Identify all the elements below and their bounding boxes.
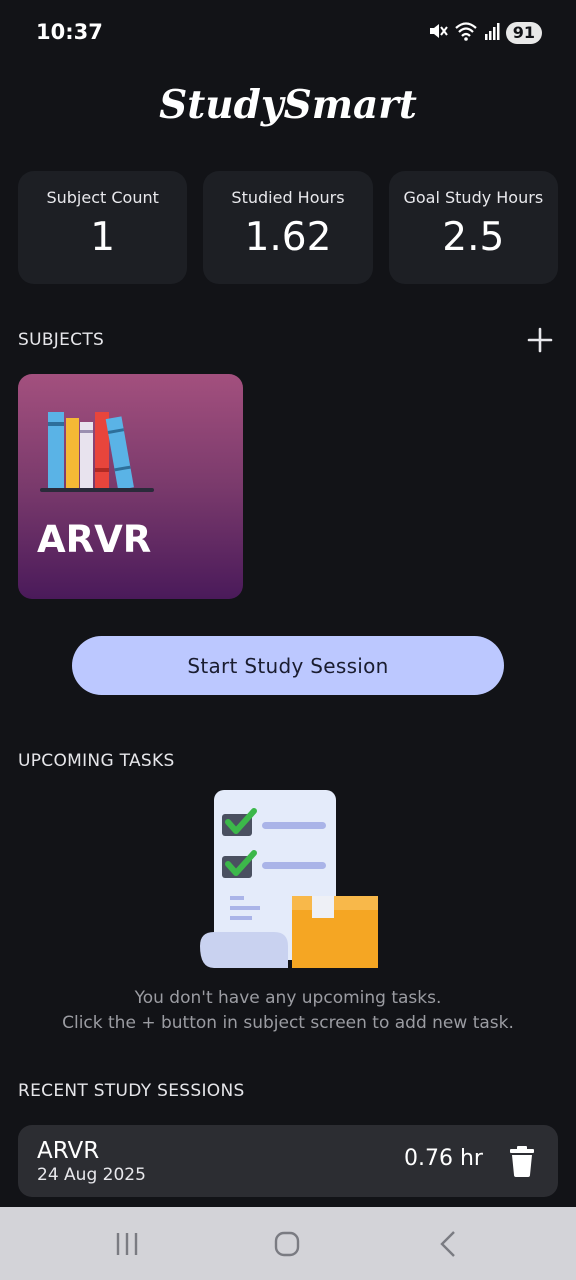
session-row[interactable]: ARVR 24 Aug 2025 0.76 hr bbox=[18, 1125, 558, 1197]
app-title: StudySmart bbox=[159, 82, 417, 128]
back-icon bbox=[440, 1231, 455, 1257]
tasks-illustration-icon bbox=[196, 786, 382, 976]
books-icon bbox=[40, 408, 158, 500]
stats-row: Subject Count 1 Studied Hours 1.62 Goal … bbox=[18, 171, 558, 284]
subject-name: ARVR bbox=[37, 518, 152, 561]
session-date: 24 Aug 2025 bbox=[37, 1165, 146, 1185]
status-bar: 10:37 91 bbox=[0, 0, 576, 66]
session-duration: 0.76 hr bbox=[404, 1146, 483, 1171]
add-subject-button[interactable] bbox=[524, 324, 556, 356]
delete-session-button[interactable] bbox=[509, 1145, 535, 1177]
stat-card-subject-count: Subject Count 1 bbox=[18, 171, 188, 284]
empty-tasks-line-1: You don't have any upcoming tasks. bbox=[134, 988, 442, 1008]
start-study-session-button[interactable]: Start Study Session bbox=[72, 636, 504, 695]
stat-value: 2.5 bbox=[442, 215, 505, 260]
recents-button[interactable] bbox=[109, 1227, 145, 1261]
mute-icon bbox=[428, 21, 448, 45]
signal-icon bbox=[484, 22, 500, 44]
subjects-header: SUBJECTS bbox=[18, 330, 105, 350]
home-icon bbox=[274, 1231, 300, 1257]
back-button[interactable] bbox=[431, 1227, 467, 1261]
status-icons: 91 bbox=[428, 20, 542, 46]
stat-card-goal-hours: Goal Study Hours 2.5 bbox=[388, 171, 558, 284]
empty-tasks-line-2: Click the + button in subject screen to … bbox=[62, 1013, 514, 1033]
session-subject: ARVR bbox=[37, 1138, 100, 1164]
recents-icon bbox=[116, 1233, 138, 1255]
subject-card-arvr[interactable]: ARVR bbox=[18, 374, 243, 599]
wifi-icon bbox=[454, 21, 478, 45]
stat-label: Subject Count bbox=[46, 188, 159, 207]
stat-card-studied-hours: Studied Hours 1.62 bbox=[203, 171, 373, 284]
stat-value: 1.62 bbox=[244, 215, 332, 260]
system-nav-bar bbox=[0, 1207, 576, 1280]
stat-label: Studied Hours bbox=[231, 188, 345, 207]
stat-value: 1 bbox=[90, 215, 116, 260]
home-button[interactable] bbox=[269, 1227, 305, 1261]
trash-icon bbox=[510, 1146, 534, 1177]
upcoming-tasks-header: UPCOMING TASKS bbox=[18, 751, 175, 771]
plus-icon bbox=[527, 327, 553, 353]
empty-tasks-message: You don't have any upcoming tasks. Click… bbox=[0, 986, 576, 1036]
recent-sessions-header: RECENT STUDY SESSIONS bbox=[18, 1081, 245, 1101]
stat-label: Goal Study Hours bbox=[403, 188, 544, 207]
status-time: 10:37 bbox=[36, 20, 103, 44]
battery-indicator: 91 bbox=[505, 22, 542, 44]
